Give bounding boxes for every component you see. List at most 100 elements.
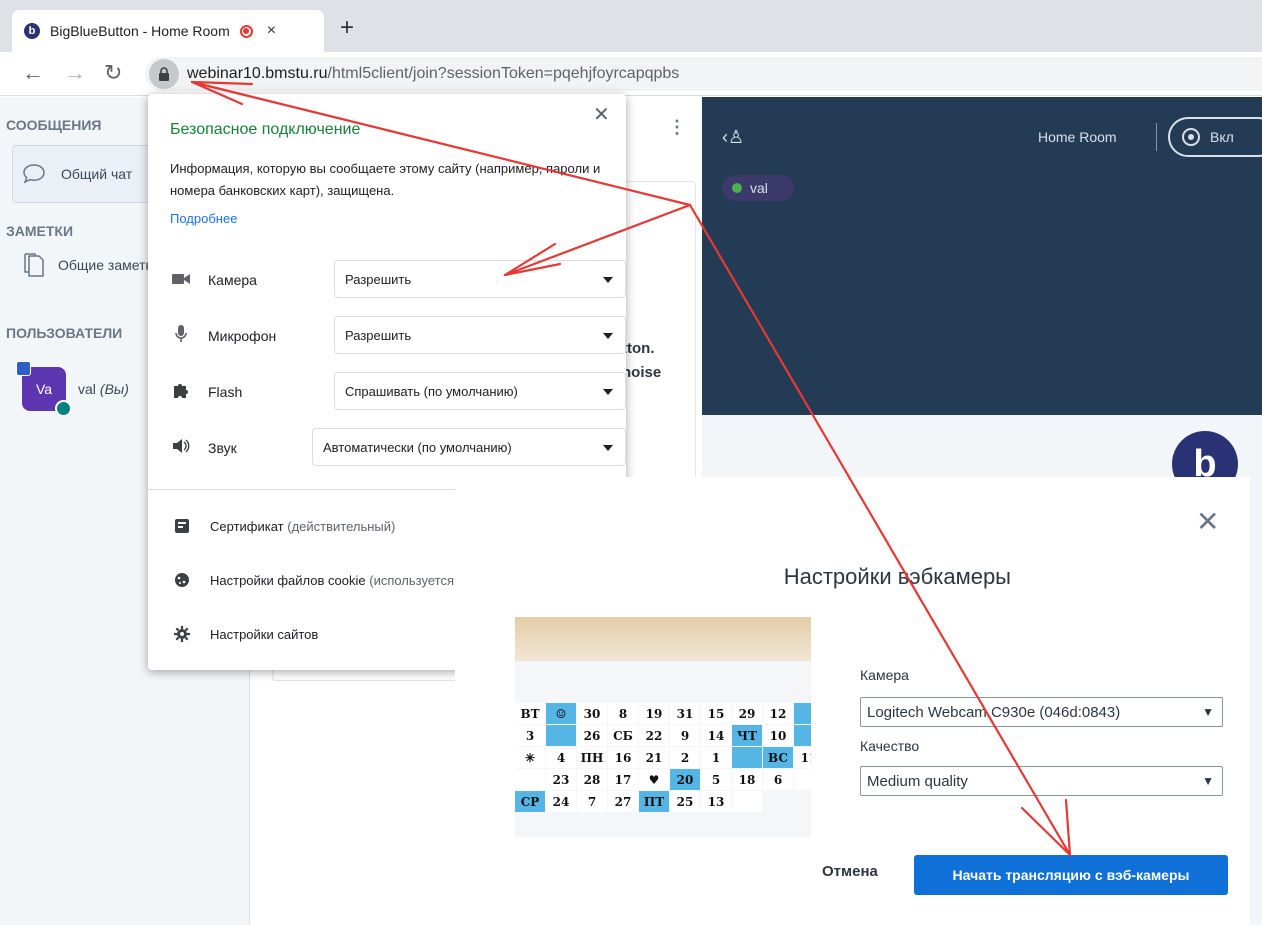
chat-message-text: tton. noise	[622, 337, 661, 385]
calendar-cell: 26	[577, 725, 607, 746]
dropdown-arrow-icon	[603, 333, 613, 339]
permission-microphone: Микрофон Разрешить	[170, 316, 626, 356]
calendar-cell: 27	[608, 791, 638, 812]
calendar-cell: ПН	[577, 747, 607, 768]
forward-button[interactable]: →	[64, 60, 86, 86]
recording-indicator-icon	[239, 24, 253, 38]
new-tab-button[interactable]: +	[340, 14, 354, 42]
presenter-icon	[16, 361, 31, 376]
preview-calendar-grid: BT ☺ 30 8 19 31 15 29 12 3 26 CБ 22 9 14 ЧТ 10 ✳ 4 ПН 16 21 2 1…	[515, 703, 811, 812]
shared-notes-item[interactable]: Общие заметки	[24, 253, 159, 277]
calendar-cell: 16	[608, 747, 638, 768]
chevron-down-icon: ▼	[1202, 774, 1214, 788]
select-value: Разрешить	[345, 271, 412, 287]
talker-name: val	[750, 180, 768, 196]
calendar-cell: ✳	[515, 747, 545, 768]
calendar-cell: BC	[763, 747, 793, 768]
calendar-cell: 9	[670, 725, 700, 746]
avatar-initials: Va	[35, 381, 53, 397]
calendar-cell: 21	[639, 747, 669, 768]
permission-label: Микрофон	[208, 328, 277, 344]
select-value: Medium quality	[867, 772, 968, 790]
permission-sound: Звук Автоматически (по умолчанию)	[170, 428, 626, 468]
flash-permission-select[interactable]: Спрашивать (по умолчанию)	[334, 372, 626, 410]
cookie-icon	[174, 572, 190, 588]
calendar-cell: 3	[515, 725, 545, 746]
record-icon	[1182, 128, 1200, 146]
calendar-cell: 11	[794, 747, 811, 768]
notes-section-title: ЗАМЕТКИ	[6, 223, 74, 239]
select-value: Спрашивать (по умолчанию)	[345, 383, 518, 399]
camera-permission-select[interactable]: Разрешить	[334, 260, 626, 298]
secure-connection-description: Информация, которую вы сообщаете этому с…	[170, 161, 601, 198]
calendar-cell: 13	[701, 791, 731, 812]
calendar-cell	[732, 747, 762, 768]
calendar-cell	[546, 725, 576, 746]
address-bar[interactable]: webinar10.bmstu.ru/html5client/join?sess…	[145, 57, 1262, 91]
record-label: Вкл	[1210, 129, 1234, 145]
calendar-cell: 7	[577, 791, 607, 812]
calendar-cell	[732, 791, 762, 812]
avatar: Va	[16, 361, 72, 417]
calendar-cell: 6	[763, 769, 793, 790]
chevron-down-icon: ▼	[1202, 705, 1214, 719]
calendar-cell: 18	[732, 769, 762, 790]
certificate-icon	[174, 518, 190, 534]
calendar-cell: ЧТ	[732, 725, 762, 746]
calendar-cell: 17	[608, 769, 638, 790]
dropdown-arrow-icon	[603, 277, 613, 283]
select-value: Разрешить	[345, 327, 412, 343]
chat-text-line-1: tton.	[622, 340, 655, 357]
calendar-cell: 24	[546, 791, 576, 812]
record-button[interactable]: Вкл	[1168, 117, 1262, 157]
browser-tab[interactable]: b BigBlueButton - Home Room ×	[12, 10, 324, 52]
calendar-cell: 14	[701, 725, 731, 746]
shared-notes-label: Общие заметки	[58, 257, 160, 273]
calendar-cell: 28	[577, 769, 607, 790]
calendar-cell: 15	[701, 703, 731, 724]
quality-select[interactable]: Medium quality ▼	[860, 766, 1223, 796]
camera-select-label: Камера	[860, 667, 909, 683]
gear-icon	[174, 626, 190, 642]
messages-section-title: СООБЩЕНИЯ	[6, 117, 102, 133]
calendar-cell	[794, 769, 811, 790]
back-button[interactable]: ←	[22, 60, 44, 86]
url-path: /html5client/join?sessionToken=pqehjfoyr…	[327, 65, 680, 82]
header-divider	[1156, 123, 1157, 151]
close-icon[interactable]: ✕	[593, 102, 610, 127]
camera-select[interactable]: Logitech Webcam C930e (046d:0843) ▼	[860, 697, 1223, 727]
calendar-cell: 23	[546, 769, 576, 790]
tab-close-button[interactable]: ×	[267, 22, 276, 40]
reload-button[interactable]: ↻	[104, 60, 122, 86]
chat-options-kebab-icon[interactable]: ⋮	[668, 117, 686, 138]
secure-connection-title: Безопасное подключение	[170, 121, 361, 138]
site-info-button[interactable]	[149, 59, 179, 89]
select-value: Logitech Webcam C930e (046d:0843)	[867, 703, 1121, 721]
calendar-cell: 5	[701, 769, 731, 790]
webcam-modal-title: Настройки вэбкамеры	[783, 564, 1011, 589]
sound-permission-select[interactable]: Автоматически (по умолчанию)	[312, 428, 626, 466]
calendar-cell: 30	[577, 703, 607, 724]
learn-more-link[interactable]: Подробнее	[170, 211, 237, 226]
calendar-cell	[794, 725, 811, 746]
permission-camera: Камера Разрешить	[170, 260, 626, 300]
certificate-label: Сертификат	[210, 518, 284, 534]
talking-dot-icon	[732, 183, 742, 193]
webcam-preview: BT ☺ 30 8 19 31 15 29 12 3 26 CБ 22 9 14 ЧТ 10 ✳ 4 ПН 16 21 2 1…	[515, 617, 811, 837]
microphone-permission-select[interactable]: Разрешить	[334, 316, 626, 354]
calendar-cell: 25	[670, 791, 700, 812]
cancel-button[interactable]: Отмена	[822, 863, 878, 880]
start-webcam-button[interactable]: Начать трансляцию с вэб-камеры	[914, 855, 1228, 895]
cookies-label: Настройки файлов cookie	[210, 572, 366, 588]
calendar-cell: 2	[670, 747, 700, 768]
toggle-user-list-icon[interactable]: ‹♙	[722, 127, 744, 148]
user-list-item[interactable]: Va val (Вы)	[16, 361, 129, 417]
permission-label: Flash	[208, 384, 243, 400]
calendar-cell: CP	[515, 791, 545, 812]
close-icon[interactable]: ✕	[1196, 505, 1219, 538]
microphone-status-icon	[55, 400, 72, 417]
calendar-cell: BT	[515, 703, 545, 724]
notes-icon	[24, 253, 44, 277]
calendar-cell: 19	[639, 703, 669, 724]
dropdown-arrow-icon	[603, 389, 613, 395]
